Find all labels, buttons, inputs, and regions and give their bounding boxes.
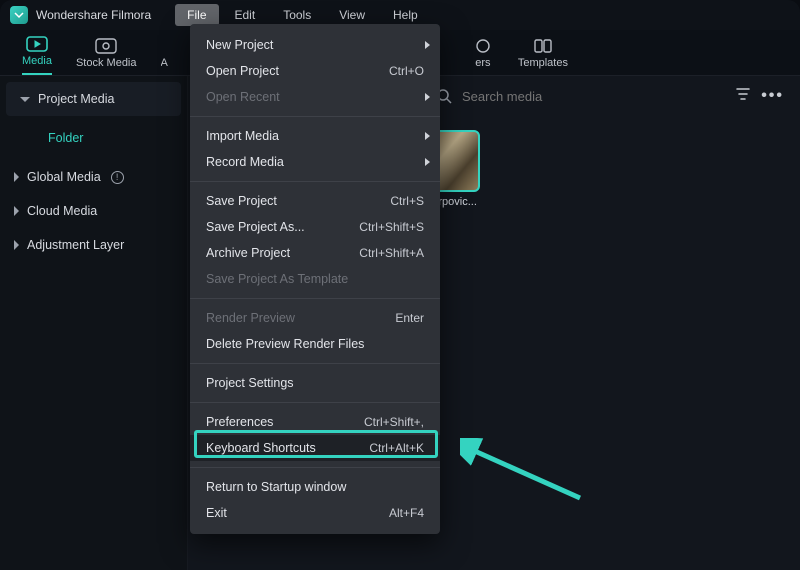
menu-item-shortcut: Ctrl+O [389, 64, 424, 78]
sidebar-item-adjustment-layer[interactable]: Adjustment Layer [0, 228, 187, 262]
menu-separator [190, 298, 440, 299]
menu-item-exit[interactable]: Exit Alt+F4 [190, 500, 440, 526]
menu-item-label: Save Project As Template [206, 272, 348, 286]
menu-item-new-project[interactable]: New Project [190, 32, 440, 58]
submenu-arrow-icon [425, 132, 430, 140]
tab-media[interactable]: Media [22, 35, 52, 75]
menu-separator [190, 181, 440, 182]
app-logo-icon [10, 6, 28, 24]
templates-icon [532, 37, 554, 55]
menu-item-render-preview: Render Preview Enter [190, 305, 440, 331]
menu-item-save-project-as-template: Save Project As Template [190, 266, 440, 292]
menu-item-save-project-as[interactable]: Save Project As... Ctrl+Shift+S [190, 214, 440, 240]
menu-item-shortcut: Alt+F4 [389, 506, 424, 520]
sidebar-label: Project Media [38, 92, 114, 106]
chevron-right-icon [14, 172, 19, 182]
sidebar: Project Media Folder Global Media ! Clou… [0, 76, 188, 570]
menu-item-label: Record Media [206, 155, 284, 169]
sidebar-label: Cloud Media [27, 204, 97, 218]
sidebar-item-global-media[interactable]: Global Media ! [0, 160, 187, 194]
menu-item-record-media[interactable]: Record Media [190, 149, 440, 175]
submenu-arrow-icon [425, 41, 430, 49]
menu-item-project-settings[interactable]: Project Settings [190, 370, 440, 396]
tab-label: Stock Media [76, 57, 137, 69]
menu-item-archive-project[interactable]: Archive Project Ctrl+Shift+A [190, 240, 440, 266]
menu-view[interactable]: View [327, 4, 377, 26]
info-icon[interactable]: ! [111, 171, 124, 184]
menu-item-shortcut: Ctrl+S [390, 194, 424, 208]
tab-label: A [161, 57, 168, 69]
menu-item-label: Render Preview [206, 311, 295, 325]
menu-item-label: Save Project As... [206, 220, 305, 234]
tab-stickers[interactable]: ers [472, 37, 494, 75]
menu-item-label: Delete Preview Render Files [206, 337, 364, 351]
tab-audio[interactable]: A [161, 57, 168, 75]
menu-item-label: Open Project [206, 64, 279, 78]
filter-icon[interactable] [735, 86, 751, 107]
menu-item-open-project[interactable]: Open Project Ctrl+O [190, 58, 440, 84]
app-title: Wondershare Filmora [36, 8, 151, 22]
menu-item-label: Preferences [206, 415, 273, 429]
chevron-right-icon [14, 240, 19, 250]
tab-templates[interactable]: Templates [518, 37, 568, 75]
menu-item-shortcut: Enter [395, 311, 424, 325]
menu-item-return-to-startup-window[interactable]: Return to Startup window [190, 474, 440, 500]
menu-item-import-media[interactable]: Import Media [190, 123, 440, 149]
menu-item-label: Save Project [206, 194, 277, 208]
menu-item-label: Archive Project [206, 246, 290, 260]
sidebar-item-cloud-media[interactable]: Cloud Media [0, 194, 187, 228]
sidebar-label: Folder [48, 131, 83, 145]
menu-item-label: Exit [206, 506, 227, 520]
menu-item-label: Project Settings [206, 376, 294, 390]
menu-item-label: Open Recent [206, 90, 280, 104]
more-icon[interactable]: ••• [761, 87, 784, 105]
menu-item-shortcut: Ctrl+Shift+, [364, 415, 424, 429]
tab-label: Templates [518, 57, 568, 69]
chevron-right-icon [14, 206, 19, 216]
file-menu-dropdown: New Project Open Project Ctrl+O Open Recent… [190, 24, 440, 534]
search-input[interactable] [462, 89, 725, 104]
media-icon [26, 35, 48, 53]
sidebar-item-project-media[interactable]: Project Media [6, 82, 181, 116]
menu-help[interactable]: Help [381, 4, 430, 26]
menu-item-open-recent: Open Recent [190, 84, 440, 110]
menu-item-delete-preview-render-files[interactable]: Delete Preview Render Files [190, 331, 440, 357]
menu-separator [190, 363, 440, 364]
submenu-arrow-icon [425, 158, 430, 166]
sidebar-label: Global Media [27, 170, 101, 184]
menu-item-label: New Project [206, 38, 273, 52]
menu-edit[interactable]: Edit [223, 4, 268, 26]
tab-label: ers [475, 57, 490, 69]
tab-stock-media[interactable]: Stock Media [76, 37, 137, 75]
menu-separator [190, 467, 440, 468]
menu-item-preferences[interactable]: Preferences Ctrl+Shift+, [190, 409, 440, 435]
menu-item-shortcut: Ctrl+Shift+A [359, 246, 424, 260]
tab-label: Media [22, 55, 52, 67]
stock-media-icon [95, 37, 117, 55]
menu-tools[interactable]: Tools [271, 4, 323, 26]
menu-item-label: Return to Startup window [206, 480, 346, 494]
menu-separator [190, 402, 440, 403]
menu-item-label: Import Media [206, 129, 279, 143]
stickers-icon [472, 37, 494, 55]
menu-item-keyboard-shortcuts[interactable]: Keyboard Shortcuts Ctrl+Alt+K [190, 435, 440, 461]
chevron-down-icon [20, 97, 30, 102]
sidebar-item-folder[interactable]: Folder [0, 116, 187, 160]
submenu-arrow-icon [425, 93, 430, 101]
menu-separator [190, 116, 440, 117]
menu-item-save-project[interactable]: Save Project Ctrl+S [190, 188, 440, 214]
menu-item-shortcut: Ctrl+Shift+S [359, 220, 424, 234]
menu-item-label: Keyboard Shortcuts [206, 441, 316, 455]
sidebar-label: Adjustment Layer [27, 238, 124, 252]
menu-item-shortcut: Ctrl+Alt+K [369, 441, 424, 455]
menu-bar: File Edit Tools View Help [175, 4, 430, 26]
menu-file[interactable]: File [175, 4, 218, 26]
